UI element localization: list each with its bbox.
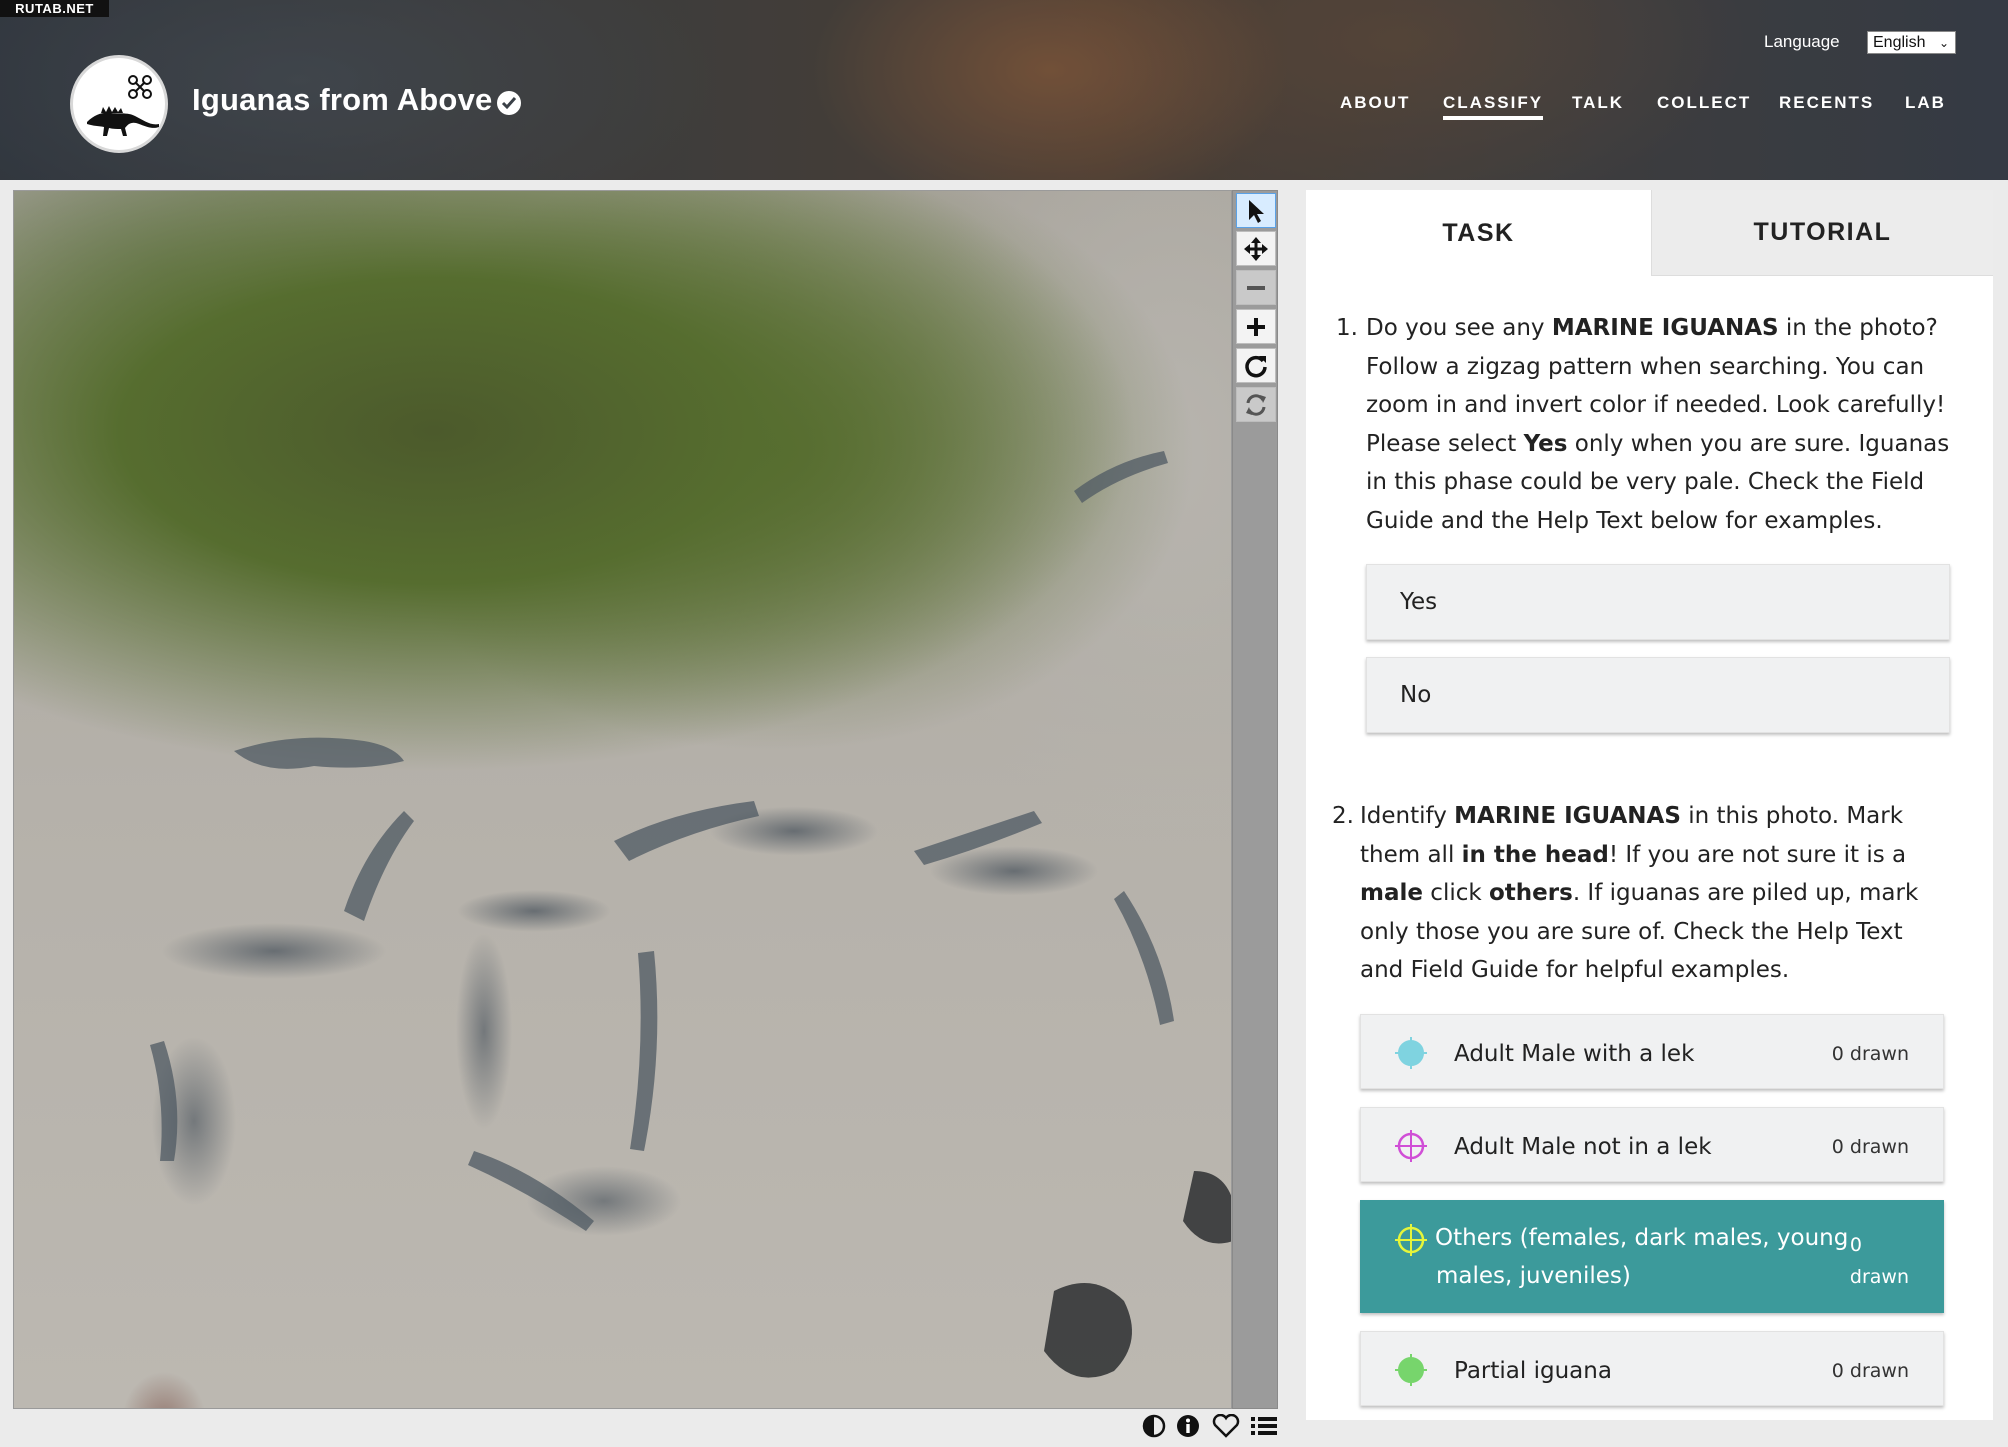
info-icon xyxy=(1177,1415,1199,1437)
verified-badge-icon xyxy=(497,91,521,115)
q1-line: Please select Yes only when you are sure… xyxy=(1366,430,1950,457)
rotate-button[interactable] xyxy=(1236,348,1276,383)
tool-partial-iguana[interactable]: Partial iguana 0 drawn xyxy=(1360,1331,1944,1406)
q1-line: Guide and the Help Text below for exampl… xyxy=(1366,507,1883,534)
move-tool-button[interactable] xyxy=(1236,231,1276,266)
zoom-in-button[interactable] xyxy=(1236,309,1276,344)
language-selected-value: English xyxy=(1873,34,1926,51)
crosshair-icon xyxy=(1395,1037,1427,1069)
zoom-out-icon xyxy=(1247,285,1265,290)
move-icon xyxy=(1244,236,1268,261)
nav-classify[interactable]: CLASSIFY xyxy=(1443,93,1544,120)
q1-line: Do you see any MARINE IGUANAS in the pho… xyxy=(1366,315,1938,341)
tool-adult-male-lek[interactable]: Adult Male with a lek 0 drawn xyxy=(1360,1014,1944,1089)
tool-label: Adult Male not in a lek xyxy=(1454,1134,1712,1160)
tool-others[interactable]: Others (females, dark males, young males… xyxy=(1360,1200,1944,1313)
language-label: Language xyxy=(1764,32,1840,51)
tool-label: Adult Male with a lek xyxy=(1454,1041,1695,1067)
tool-label: Partial iguana xyxy=(1454,1358,1612,1384)
chevron-down-icon: ⌄ xyxy=(1938,36,1949,50)
crosshair-icon xyxy=(1395,1224,1427,1256)
q1-line: Follow a zigzag pattern when searching. … xyxy=(1366,353,1925,380)
zoom-in-icon xyxy=(1247,317,1265,336)
project-header: RUTAB.NET Iguanas from Above Language En… xyxy=(0,0,2008,180)
answer-label: Yes xyxy=(1400,589,1438,615)
crosshair-icon xyxy=(1395,1354,1427,1386)
metadata-button[interactable] xyxy=(1174,1413,1202,1439)
tab-task[interactable]: TASK xyxy=(1306,190,1651,276)
nav-collect[interactable]: COLLECT xyxy=(1657,93,1751,113)
tab-tutorial[interactable]: TUTORIAL xyxy=(1651,190,1993,276)
zoom-out-button[interactable] xyxy=(1236,270,1276,305)
invert-color-button[interactable] xyxy=(1140,1413,1168,1439)
q1-line: in this phase could be very pale. Check … xyxy=(1366,469,1925,495)
q2-line: male click others. If iguanas are piled … xyxy=(1360,880,1919,906)
answer-yes-button[interactable]: Yes xyxy=(1366,564,1950,640)
tool-count: 0 drawn xyxy=(1831,1043,1909,1065)
crosshair-icon xyxy=(1395,1130,1427,1162)
nav-about[interactable]: ABOUT xyxy=(1340,93,1410,113)
q2-line: them all in the head! If you are not sur… xyxy=(1360,841,1907,868)
site-watermark: RUTAB.NET xyxy=(0,0,109,17)
invert-icon xyxy=(1142,1414,1166,1438)
reset-view-button[interactable] xyxy=(1236,387,1276,422)
rotate-icon xyxy=(1245,355,1267,377)
heart-icon xyxy=(1212,1414,1240,1438)
favorite-button[interactable] xyxy=(1212,1413,1240,1439)
answer-label: No xyxy=(1400,682,1432,708)
nav-lab[interactable]: LAB xyxy=(1905,93,1946,113)
nav-talk[interactable]: TALK xyxy=(1572,93,1624,113)
iguana-drone-icon xyxy=(87,75,159,136)
answer-no-button[interactable]: No xyxy=(1366,657,1950,733)
question-1-number: 1. xyxy=(1336,315,1358,341)
list-icon xyxy=(1251,1417,1277,1435)
question-2-number: 2. xyxy=(1332,803,1354,829)
tool-adult-male-no-lek[interactable]: Adult Male not in a lek 0 drawn xyxy=(1360,1107,1944,1182)
tool-count: 0 drawn xyxy=(1849,1234,1909,1288)
tool-count: 0 drawn xyxy=(1831,1360,1909,1382)
task-panel: TASK TUTORIAL 1. Do you see any MARINE I… xyxy=(1306,190,1993,1420)
project-title[interactable]: Iguanas from Above xyxy=(192,82,492,118)
aerial-photo xyxy=(150,451,1231,1378)
question-1-text: Do you see any MARINE IGUANAS in the pho… xyxy=(1366,309,1986,540)
nav-recents[interactable]: RECENTS xyxy=(1779,93,1874,113)
reset-icon xyxy=(1246,393,1266,416)
panel-tabs: TASK TUTORIAL xyxy=(1306,190,1993,276)
pointer-tool-button[interactable] xyxy=(1236,193,1276,228)
project-logo[interactable] xyxy=(70,55,168,153)
tool-label: Others (females, dark males, young males… xyxy=(1435,1225,1849,1289)
q1-line: zoom in and invert color if needed. Look… xyxy=(1366,392,1946,418)
question-2-text: Identify MARINE IGUANAS in this photo. M… xyxy=(1360,797,1980,990)
subject-image[interactable] xyxy=(13,190,1232,1409)
pointer-icon xyxy=(1249,199,1264,223)
q2-line: Identify MARINE IGUANAS in this photo. M… xyxy=(1360,803,1904,829)
tool-count: 0 drawn xyxy=(1831,1136,1909,1158)
language-select[interactable]: English ⌄ xyxy=(1867,31,1956,54)
q2-line: and Field Guide for helpful examples. xyxy=(1360,957,1790,983)
image-toolbar xyxy=(1232,190,1278,1409)
q2-line: only those you are sure of. Check the He… xyxy=(1360,918,1903,945)
collections-button[interactable] xyxy=(1250,1413,1278,1439)
